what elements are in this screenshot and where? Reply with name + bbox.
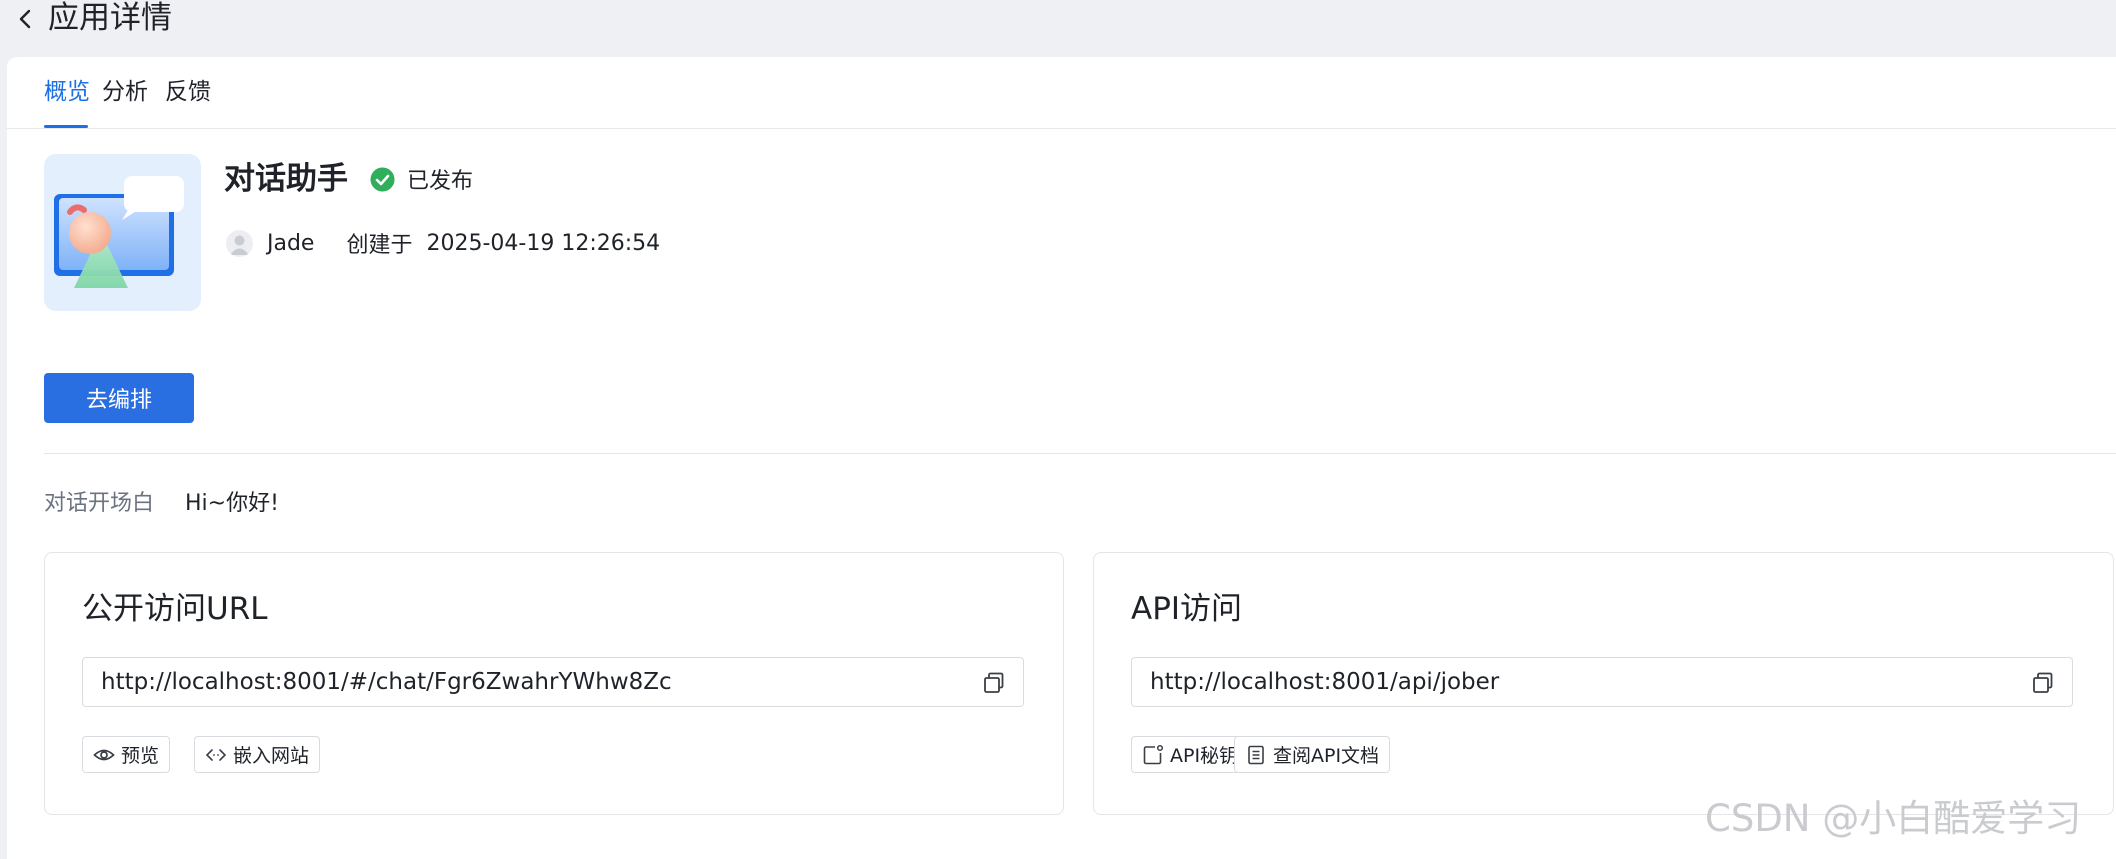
api-access-panel: API访问 http://localhost:8001/api/jober AP… [1093, 552, 2114, 815]
top-bar: 应用详情 [0, 0, 2116, 56]
active-tab-indicator [44, 125, 88, 128]
app-icon-image [44, 154, 201, 311]
code-icon [205, 748, 227, 761]
check-circle-icon [370, 167, 395, 191]
copy-icon[interactable] [981, 670, 1007, 696]
api-url-text: http://localhost:8001/api/jober [1150, 669, 1500, 695]
api-key-label: API秘钥 [1170, 745, 1239, 767]
avatar [226, 229, 253, 257]
api-access-title: API访问 [1131, 591, 1243, 627]
divider [44, 453, 2116, 454]
preview-label: 预览 [121, 745, 160, 767]
document-icon [1248, 745, 1264, 764]
app-meta: Jade 创建于 2025-04-19 12:26:54 [226, 226, 660, 260]
tab-analysis[interactable]: 分析 [102, 77, 148, 107]
page-title: 应用详情 [48, 0, 172, 36]
tab-overview[interactable]: 概览 [44, 77, 90, 107]
eye-icon [93, 749, 115, 760]
status-text: 已发布 [407, 169, 474, 194]
created-time: 2025-04-19 12:26:54 [426, 230, 661, 256]
api-url-field[interactable]: http://localhost:8001/api/jober [1131, 657, 2073, 707]
created-label: 创建于 [346, 233, 413, 258]
orchestrate-button[interactable]: 去编排 [44, 373, 194, 423]
opener-label: 对话开场白 [44, 491, 155, 516]
status-badge: 已发布 [370, 162, 473, 196]
embed-website-button[interactable]: 嵌入网站 [194, 736, 321, 773]
app-name: 对话助手 [224, 161, 348, 197]
public-url-title: 公开访问URL [82, 591, 268, 627]
detail-card: 概览 分析 反馈 对话助手 已发布 Jade 创建于 2025-04-19 12… [7, 57, 2116, 859]
public-url-text: http://localhost:8001/#/chat/Fgr6ZwahrYW… [101, 669, 672, 695]
key-icon [1143, 744, 1164, 764]
chevron-left-icon[interactable] [14, 4, 36, 34]
api-docs-label: 查阅API文档 [1273, 745, 1380, 767]
public-url-panel: 公开访问URL http://localhost:8001/#/chat/Fgr… [44, 552, 1064, 815]
api-docs-button[interactable]: 查阅API文档 [1234, 736, 1391, 773]
tab-feedback[interactable]: 反馈 [165, 77, 211, 107]
public-url-field[interactable]: http://localhost:8001/#/chat/Fgr6ZwahrYW… [82, 657, 1024, 707]
opener-value: Hi~你好! [185, 491, 279, 516]
embed-label: 嵌入网站 [233, 745, 310, 767]
api-key-button[interactable]: API秘钥 [1131, 736, 1250, 773]
owner-name: Jade [267, 230, 315, 256]
copy-icon[interactable] [2030, 670, 2056, 696]
preview-button[interactable]: 预览 [82, 736, 171, 773]
watermark: CSDN @小白酷爱学习 [1705, 797, 2082, 840]
tab-bar: 概览 分析 反馈 [7, 57, 2116, 129]
